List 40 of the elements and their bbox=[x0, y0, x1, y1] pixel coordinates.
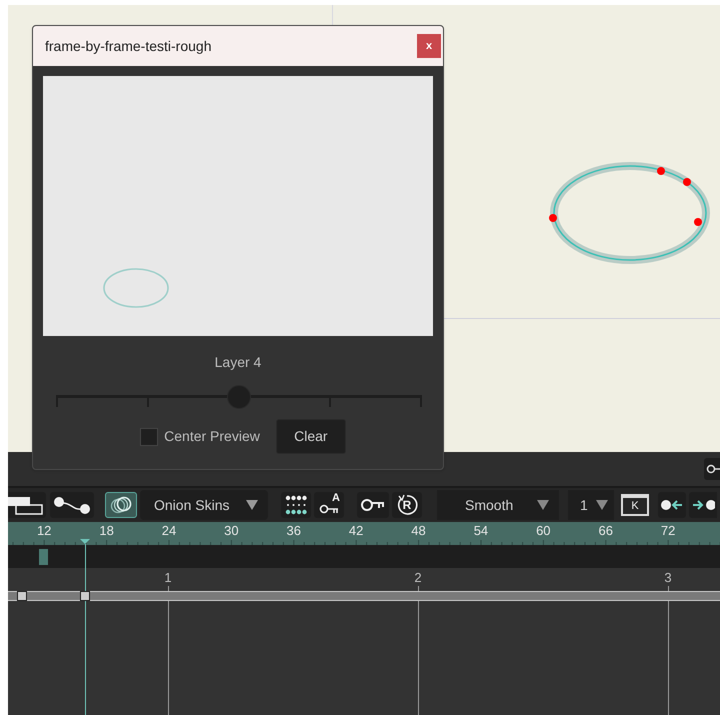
close-button[interactable]: x bbox=[417, 34, 441, 58]
key-handle[interactable] bbox=[17, 591, 27, 601]
onion-skin-toggle[interactable] bbox=[105, 492, 137, 518]
ruler-label: 12 bbox=[36, 522, 52, 540]
keyframe-marker[interactable] bbox=[39, 548, 48, 564]
checkbox-label: Center Preview bbox=[164, 427, 260, 446]
rotate-arrow-icon bbox=[395, 493, 419, 517]
key-icon bbox=[319, 503, 339, 515]
ruler-label: 42 bbox=[348, 522, 364, 540]
window-title: frame-by-frame-testi-rough bbox=[45, 36, 212, 56]
interpolation-dropdown[interactable]: Smooth bbox=[437, 490, 559, 520]
ruler-label: 72 bbox=[660, 522, 676, 540]
ruler-label: 24 bbox=[162, 522, 176, 540]
layers-icon[interactable] bbox=[8, 492, 46, 518]
graph-label: 1 bbox=[164, 569, 172, 586]
step-dropdown[interactable]: 1 bbox=[568, 490, 614, 520]
graph-label: 3 bbox=[664, 569, 672, 586]
key-a-button[interactable]: A bbox=[314, 492, 344, 518]
preview-drawing bbox=[101, 266, 171, 310]
layer-label: Layer 4 bbox=[214, 353, 262, 372]
ruler-label: 36 bbox=[286, 522, 301, 540]
key-icon[interactable] bbox=[357, 492, 389, 518]
clear-button[interactable]: Clear bbox=[276, 419, 346, 454]
curve-icon[interactable] bbox=[50, 492, 94, 518]
ruler-label: 48 bbox=[411, 522, 426, 540]
key-button[interactable]: K bbox=[621, 494, 649, 516]
ruler-label: 54 bbox=[474, 522, 488, 540]
key-icon[interactable] bbox=[704, 458, 720, 480]
next-key-icon[interactable] bbox=[689, 492, 717, 518]
reset-key-button[interactable]: R bbox=[392, 492, 422, 518]
ruler-label: 66 bbox=[598, 522, 613, 540]
ruler-label: 18 bbox=[99, 522, 114, 540]
checkbox[interactable] bbox=[140, 428, 158, 446]
previous-key-icon[interactable] bbox=[658, 492, 686, 518]
graph-label: 2 bbox=[414, 569, 422, 586]
dots-grid-icon[interactable] bbox=[281, 492, 311, 518]
ruler-label: 30 bbox=[224, 522, 239, 540]
ruler-label: 60 bbox=[536, 522, 551, 540]
onion-skins-dropdown[interactable]: Onion Skins bbox=[140, 490, 268, 520]
key-handle[interactable] bbox=[80, 591, 90, 601]
